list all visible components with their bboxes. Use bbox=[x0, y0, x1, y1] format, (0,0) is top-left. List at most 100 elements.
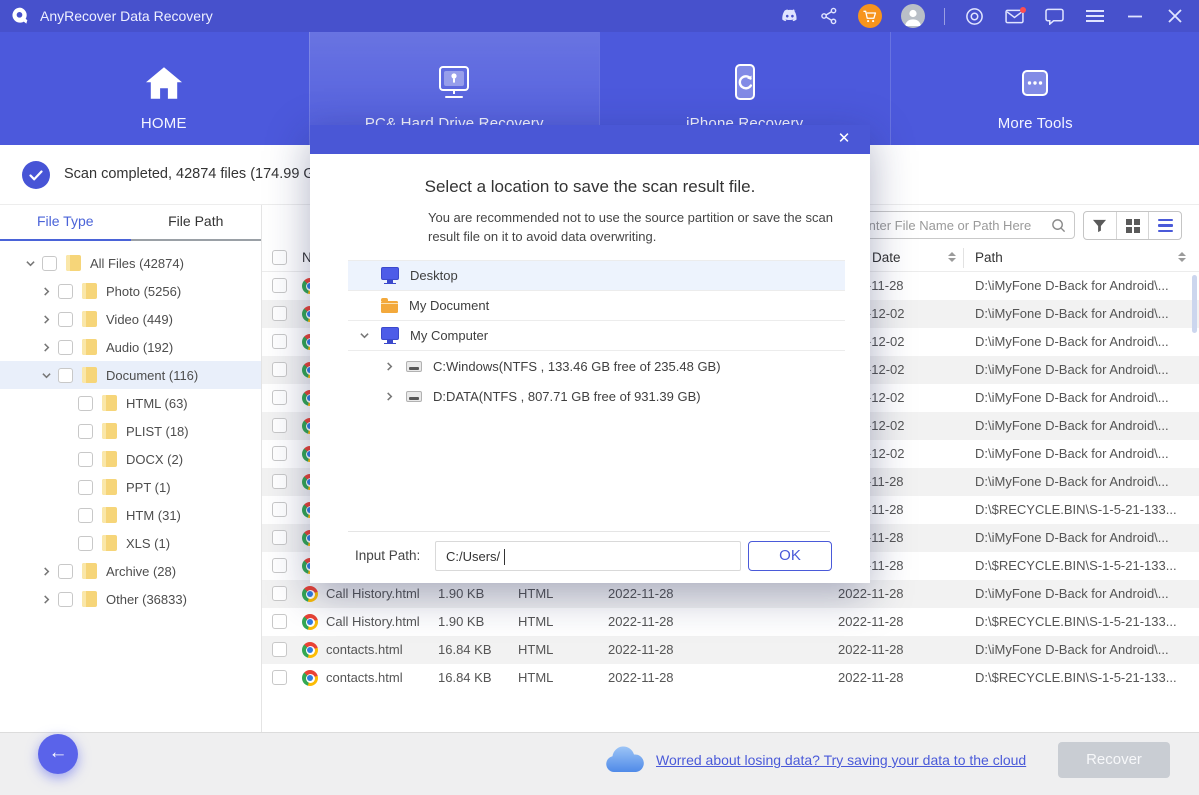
filter-icon[interactable] bbox=[1084, 212, 1116, 239]
chevron-right-icon[interactable] bbox=[385, 362, 394, 371]
tree-item-checkbox[interactable] bbox=[78, 452, 93, 467]
tree-item-label: XLS (1) bbox=[126, 536, 170, 551]
cart-icon[interactable] bbox=[858, 4, 882, 28]
row-checkbox[interactable] bbox=[272, 446, 287, 461]
table-row[interactable]: Call History.html1.90 KBHTML2022-11-2820… bbox=[262, 608, 1199, 636]
chevron-right-icon[interactable] bbox=[42, 594, 52, 604]
sort-icon-path[interactable] bbox=[1178, 252, 1186, 262]
row-checkbox[interactable] bbox=[272, 390, 287, 405]
mail-icon[interactable] bbox=[1004, 6, 1025, 27]
tree-item-archive[interactable]: Archive (28) bbox=[0, 557, 261, 585]
back-button[interactable]: ← bbox=[38, 734, 78, 774]
tree-item-ppt[interactable]: PPT (1) bbox=[0, 473, 261, 501]
table-row[interactable]: Call History.html1.90 KBHTML2022-11-2820… bbox=[262, 580, 1199, 608]
tree-item-checkbox[interactable] bbox=[58, 312, 73, 327]
tree-item-checkbox[interactable] bbox=[78, 396, 93, 411]
search-input[interactable] bbox=[860, 218, 1051, 233]
minimize-icon[interactable] bbox=[1124, 6, 1145, 27]
tab-file-path[interactable]: File Path bbox=[131, 205, 262, 241]
tree-item-checkbox[interactable] bbox=[42, 256, 57, 271]
row-checkbox[interactable] bbox=[272, 334, 287, 349]
row-checkbox[interactable] bbox=[272, 306, 287, 321]
app-logo-icon bbox=[10, 6, 30, 26]
tree-item-other[interactable]: Other (36833) bbox=[0, 585, 261, 613]
row-checkbox[interactable] bbox=[272, 670, 287, 685]
chevron-right-icon[interactable] bbox=[42, 286, 52, 296]
tree-item-checkbox[interactable] bbox=[58, 564, 73, 579]
chevron-down-icon[interactable] bbox=[26, 258, 36, 268]
tab-file-type[interactable]: File Type bbox=[0, 205, 131, 241]
tree-item-checkbox[interactable] bbox=[78, 508, 93, 523]
column-header-path[interactable]: Path bbox=[975, 244, 1003, 272]
folder-icon bbox=[381, 298, 398, 313]
ok-button[interactable]: OK bbox=[748, 541, 832, 571]
row-checkbox[interactable] bbox=[272, 530, 287, 545]
tree-item-document[interactable]: Document (116) bbox=[0, 361, 261, 389]
row-checkbox[interactable] bbox=[272, 614, 287, 629]
select-all-checkbox[interactable] bbox=[272, 250, 287, 265]
tree-item-html[interactable]: HTML (63) bbox=[0, 389, 261, 417]
input-path-input[interactable] bbox=[436, 542, 740, 570]
location-c-windows-ntfs-133-46-gb-free-of-235-48-gb[interactable]: C:Windows(NTFS , 133.46 GB free of 235.4… bbox=[348, 351, 845, 381]
cell-size: 16.84 KB bbox=[438, 664, 492, 692]
tree-item-docx[interactable]: DOCX (2) bbox=[0, 445, 261, 473]
search-box[interactable] bbox=[850, 211, 1075, 239]
tree-item-all-files[interactable]: All Files (42874) bbox=[0, 249, 261, 277]
folder-icon bbox=[82, 283, 97, 299]
row-checkbox[interactable] bbox=[272, 278, 287, 293]
row-checkbox[interactable] bbox=[272, 642, 287, 657]
tree-item-video[interactable]: Video (449) bbox=[0, 305, 261, 333]
location-my-document[interactable]: My Document bbox=[348, 291, 845, 321]
tree-item-photo[interactable]: Photo (5256) bbox=[0, 277, 261, 305]
nav-tab-more-tools[interactable]: More Tools bbox=[890, 32, 1181, 145]
tree-item-xls[interactable]: XLS (1) bbox=[0, 529, 261, 557]
chevron-right-icon[interactable] bbox=[42, 314, 52, 324]
row-checkbox[interactable] bbox=[272, 586, 287, 601]
tree-item-plist[interactable]: PLIST (18) bbox=[0, 417, 261, 445]
input-path-field[interactable] bbox=[435, 541, 741, 571]
tree-item-htm[interactable]: HTM (31) bbox=[0, 501, 261, 529]
row-checkbox[interactable] bbox=[272, 362, 287, 377]
cloud-backup-link[interactable]: Worred about losing data? Try saving you… bbox=[656, 752, 1026, 768]
row-checkbox[interactable] bbox=[272, 418, 287, 433]
tree-item-checkbox[interactable] bbox=[58, 340, 73, 355]
chevron-right-icon[interactable] bbox=[385, 392, 394, 401]
search-icon[interactable] bbox=[1051, 218, 1066, 233]
tree-item-checkbox[interactable] bbox=[78, 424, 93, 439]
menu-icon[interactable] bbox=[1084, 6, 1105, 27]
chevron-down-icon[interactable] bbox=[360, 331, 369, 340]
column-header-date[interactable]: Date bbox=[872, 244, 901, 272]
dialog-close-icon[interactable]: ✕ bbox=[834, 129, 854, 149]
location-my-computer[interactable]: My Computer bbox=[348, 321, 845, 351]
cell-date-modified: 2022-11-28 bbox=[838, 664, 904, 692]
nav-tab-home[interactable]: HOME bbox=[19, 32, 309, 145]
tree-item-audio[interactable]: Audio (192) bbox=[0, 333, 261, 361]
tree-item-checkbox[interactable] bbox=[58, 368, 73, 383]
table-row[interactable]: contacts.html16.84 KBHTML2022-11-282022-… bbox=[262, 664, 1199, 692]
row-checkbox[interactable] bbox=[272, 474, 287, 489]
record-icon[interactable] bbox=[964, 6, 985, 27]
tree-item-checkbox[interactable] bbox=[78, 536, 93, 551]
chat-icon[interactable] bbox=[1044, 6, 1065, 27]
row-checkbox[interactable] bbox=[272, 558, 287, 573]
row-checkbox[interactable] bbox=[272, 502, 287, 517]
folder-icon bbox=[82, 311, 97, 327]
location-d-data-ntfs-807-71-gb-free-of-931-39-gb[interactable]: D:DATA(NTFS , 807.71 GB free of 931.39 G… bbox=[348, 381, 845, 411]
list-view-icon[interactable] bbox=[1148, 212, 1181, 239]
location-desktop[interactable]: Desktop bbox=[348, 261, 845, 291]
tree-item-checkbox[interactable] bbox=[58, 592, 73, 607]
scrollbar-thumb[interactable] bbox=[1192, 275, 1197, 333]
close-icon[interactable] bbox=[1164, 6, 1185, 27]
chevron-right-icon[interactable] bbox=[42, 566, 52, 576]
grid-view-icon[interactable] bbox=[1116, 212, 1149, 239]
discord-icon[interactable] bbox=[778, 6, 799, 27]
tree-item-checkbox[interactable] bbox=[78, 480, 93, 495]
account-icon[interactable] bbox=[901, 4, 925, 28]
sort-icon-date[interactable] bbox=[948, 252, 956, 262]
tree-item-checkbox[interactable] bbox=[58, 284, 73, 299]
table-row[interactable]: contacts.html16.84 KBHTML2022-11-282022-… bbox=[262, 636, 1199, 664]
chevron-right-icon[interactable] bbox=[42, 342, 52, 352]
recover-button[interactable]: Recover bbox=[1058, 742, 1170, 778]
chevron-down-icon[interactable] bbox=[42, 370, 52, 380]
share-icon[interactable] bbox=[818, 6, 839, 27]
